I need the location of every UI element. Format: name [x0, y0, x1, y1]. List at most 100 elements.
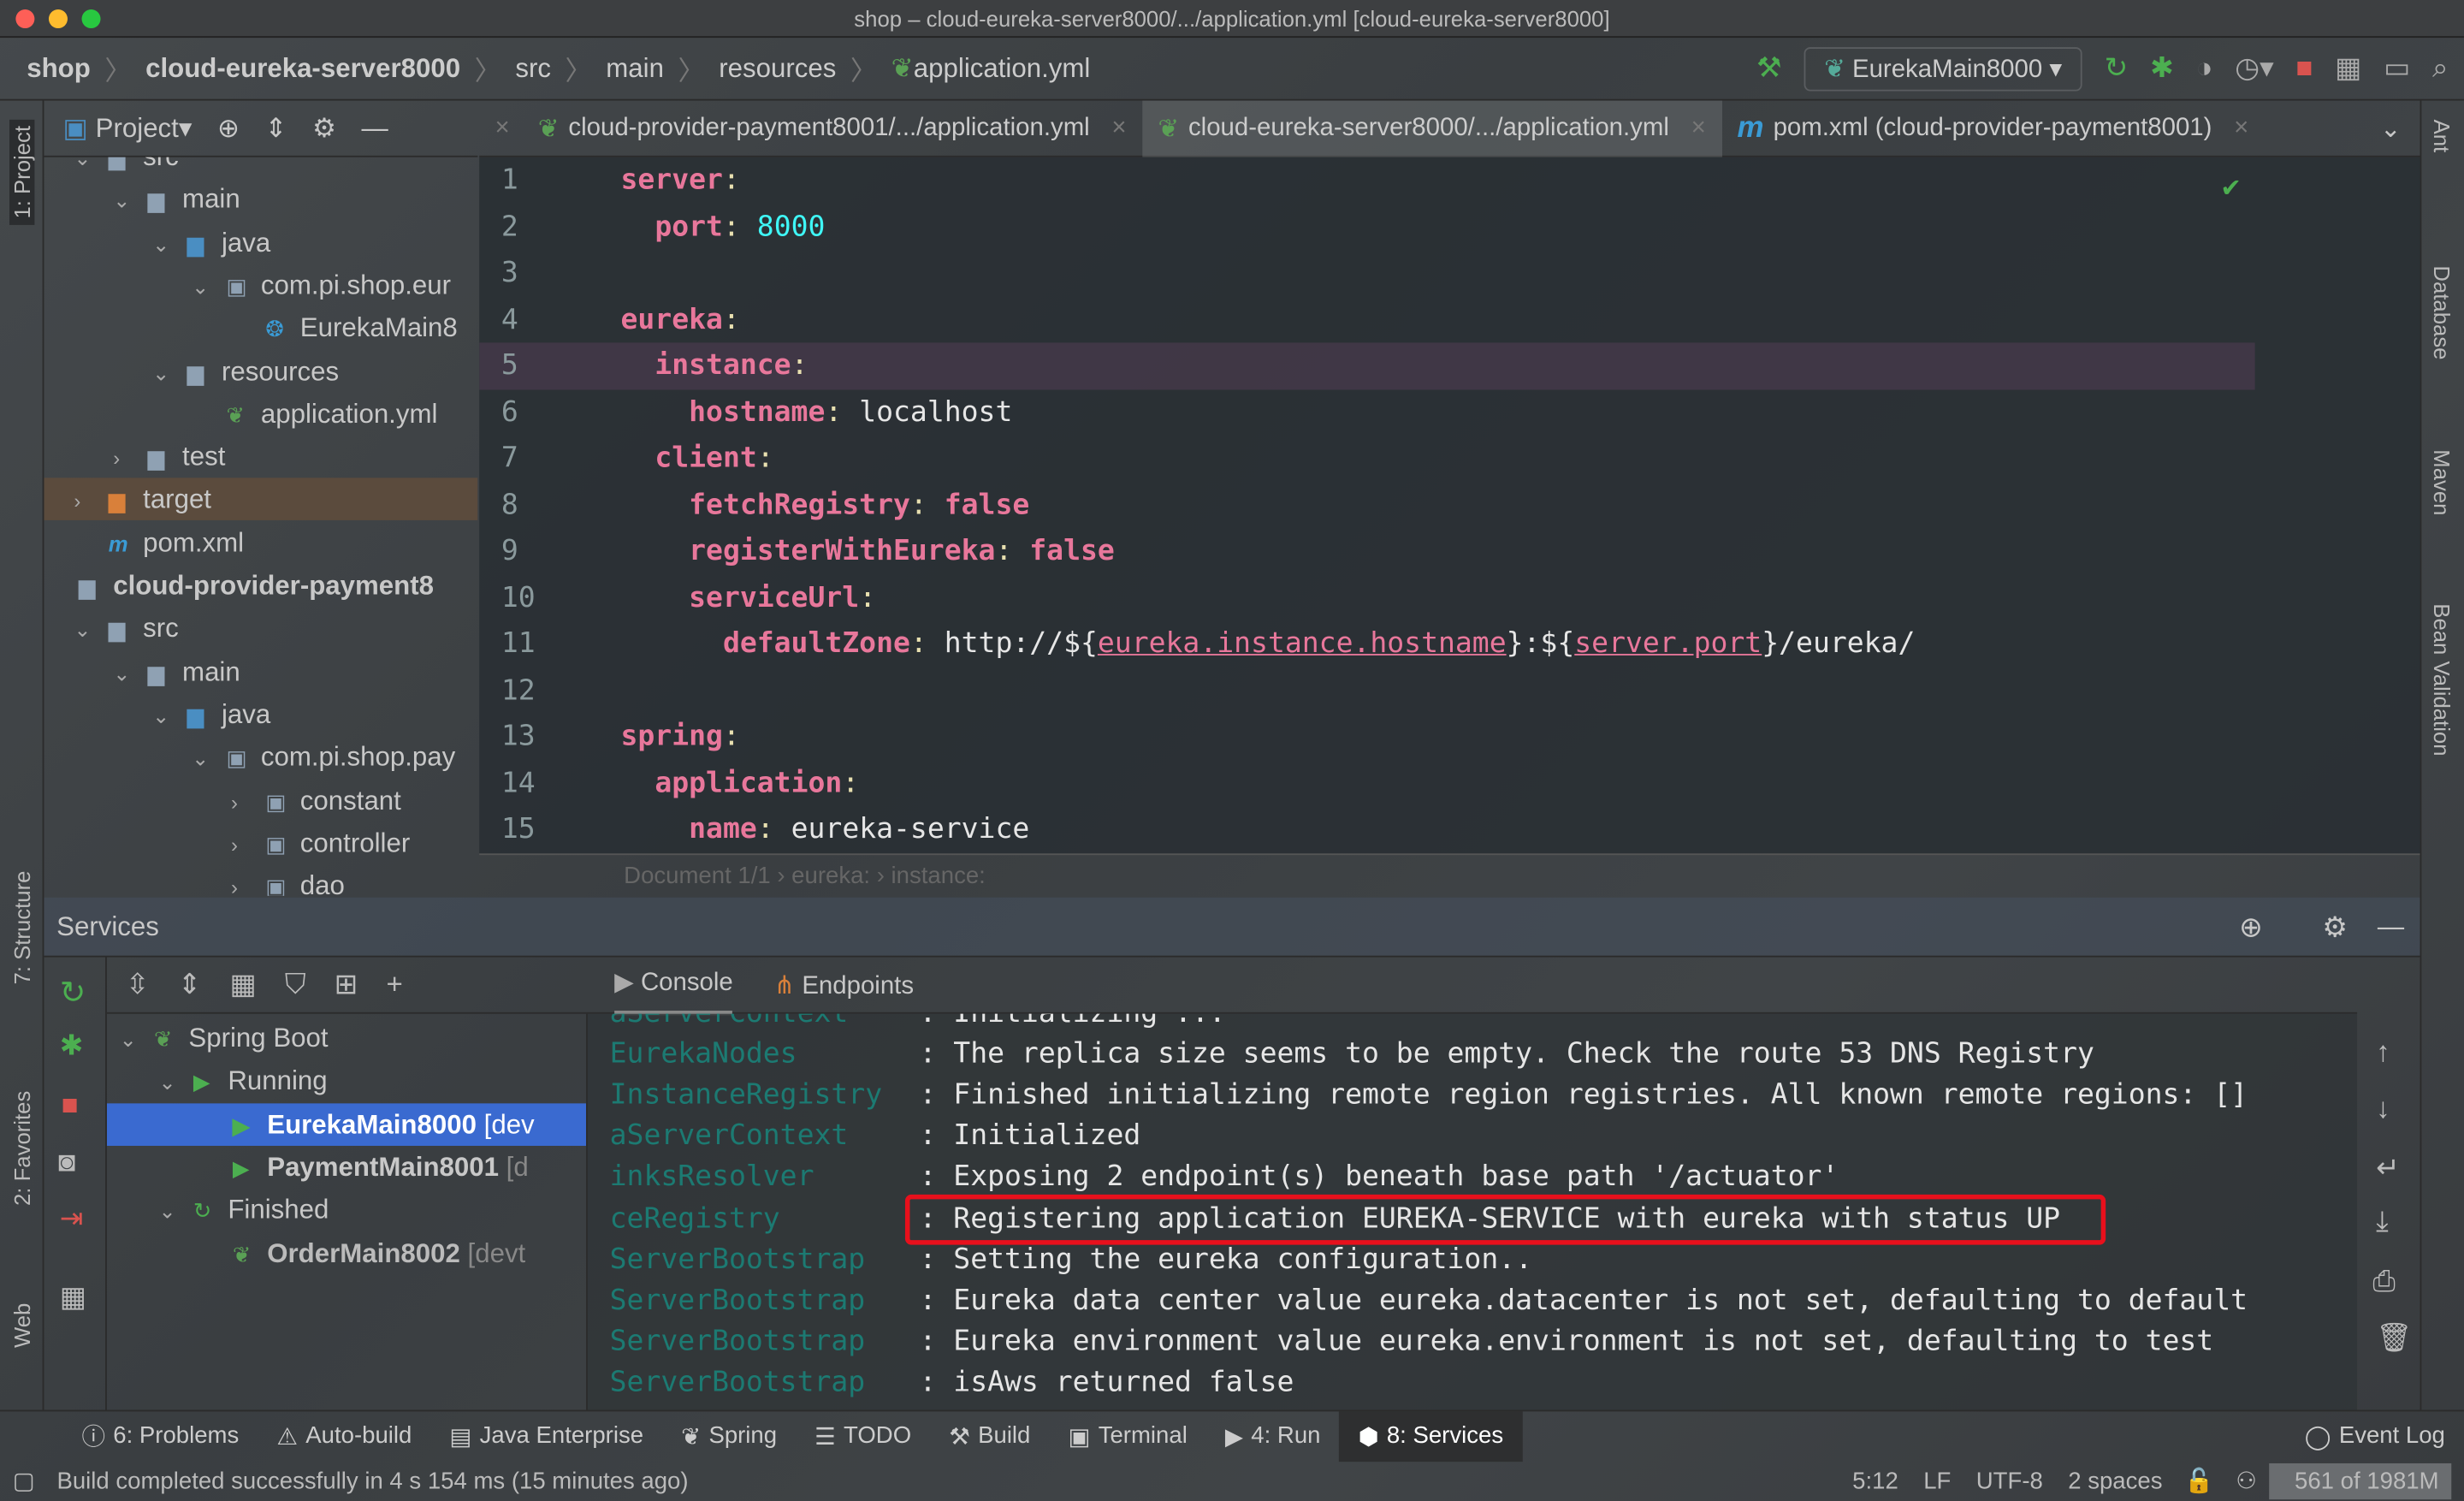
chevron-down-icon[interactable]: ⌄	[152, 352, 187, 395]
breadcrumb-item[interactable]: cloud-eureka-server8000	[145, 53, 460, 85]
breadcrumb-item[interactable]: resources	[719, 53, 836, 85]
close-tab-icon[interactable]: ×	[2234, 114, 2248, 142]
arrow-down-icon[interactable]: ↓	[2376, 1093, 2390, 1126]
tool-tab[interactable]: ❦ Spring	[662, 1410, 796, 1461]
close-window-button[interactable]	[15, 9, 35, 29]
editor-tab[interactable]: ❦ cloud-eureka-server8000/.../application…	[1141, 99, 1722, 157]
tree-item[interactable]: › ▣ controller	[44, 822, 477, 864]
tree-item[interactable]: › ▣ dao	[44, 864, 477, 896]
chevron-right-icon[interactable]: ›	[231, 823, 265, 866]
build-hammer-icon[interactable]: ⚒	[1756, 52, 1782, 86]
tool-tab[interactable]: ⓘ 6: Problems	[62, 1410, 258, 1461]
chevron-right-icon[interactable]: ›	[231, 866, 265, 896]
code-editor[interactable]: ✔ 1 server: 2 port: 8000 3 4 eureka: 5 instanc…	[479, 157, 2420, 854]
tree-item[interactable]: ⌄▆ src	[44, 157, 477, 178]
editor-breadcrumb[interactable]: Document 1/1 › eureka: › instance:	[479, 853, 2420, 897]
editor-tab[interactable]: ❦ cloud-provider-payment8001/.../applicat…	[522, 100, 1142, 157]
tool-tab[interactable]: ▣ Terminal	[1049, 1410, 1205, 1461]
exit-icon[interactable]: ⇥	[60, 1202, 84, 1236]
tool-tab[interactable]: ⚠ Auto-build	[258, 1410, 430, 1461]
run-configuration-select[interactable]: ❦ EurekaMain8000 ▾	[1804, 46, 2082, 91]
code-line[interactable]: hostname: localhost	[620, 395, 1012, 429]
toggle-tool-windows-icon[interactable]: ▢	[13, 1467, 35, 1494]
line-separator[interactable]: LF	[1923, 1468, 1951, 1494]
service-item[interactable]: ⌄ ↻ Finished	[107, 1189, 586, 1231]
code-line[interactable]: client:	[620, 442, 773, 475]
chevron-down-icon[interactable]: ⌄	[74, 608, 108, 651]
soft-wrap-icon[interactable]: ↵	[2376, 1152, 2400, 1185]
editor-tab[interactable]: m pom.xml (cloud-provider-payment8001) ×	[1721, 100, 2265, 157]
tree-item[interactable]: › ▣ constant	[44, 779, 477, 822]
add-icon[interactable]: +	[386, 968, 402, 1001]
file-encoding[interactable]: UTF-8	[1976, 1468, 2043, 1494]
tree-item[interactable]: ⌄ ▆ java	[44, 693, 477, 736]
tree-item[interactable]: › ▆ target	[44, 478, 478, 523]
structure-tool-button[interactable]: 7: Structure	[9, 871, 34, 985]
code-line[interactable]: eureka:	[620, 303, 739, 336]
tree-item[interactable]: ❂ EurekaMain8	[44, 307, 477, 350]
filter-icon[interactable]: ⛉	[285, 968, 306, 1001]
tool-tab[interactable]: ⬢ 8: Services	[1339, 1410, 1523, 1462]
chevron-down-icon[interactable]: ⌄	[152, 695, 187, 738]
zoom-window-button[interactable]	[81, 9, 101, 29]
code-line[interactable]: application:	[620, 766, 859, 799]
chevron-down-icon[interactable]: ⌄	[74, 157, 108, 180]
tree-item[interactable]: ⌄ ▣ com.pi.shop.pay	[44, 736, 477, 779]
status-message[interactable]: Build completed successfully in 4 s 154 …	[56, 1468, 688, 1494]
code-line[interactable]: defaultZone: http://${eureka.instance.ho…	[620, 627, 1915, 661]
breadcrumb-item[interactable]: main	[606, 53, 664, 85]
new-service-icon[interactable]: ⊞	[335, 968, 358, 1001]
collapse-all-icon[interactable]: ⇕	[178, 968, 202, 1001]
chevron-down-icon[interactable]: ⌄	[152, 222, 187, 265]
tool-tab[interactable]: ▤ Java Enterprise	[430, 1410, 662, 1461]
tree-item[interactable]: ❦ application.yml	[44, 393, 477, 436]
tree-item[interactable]: › ▆ test	[44, 436, 477, 478]
code-line[interactable]: server:	[620, 163, 739, 197]
expand-all-icon[interactable]: ⇳	[126, 968, 150, 1001]
inspector-icon[interactable]: ⚇	[2236, 1467, 2257, 1494]
trash-icon[interactable]: 🗑	[2376, 1322, 2412, 1356]
chevron-down-icon[interactable]: ⌄	[159, 1190, 193, 1233]
locate-icon[interactable]: ⊕	[217, 112, 240, 144]
gear-icon[interactable]: ⚙	[312, 112, 336, 144]
minimize-window-button[interactable]	[48, 9, 68, 29]
memory-indicator[interactable]: 561 of 1981M	[2269, 1462, 2452, 1499]
service-item[interactable]: ❦ OrderMain8002 [devt	[107, 1231, 586, 1274]
terminal-window-icon[interactable]: ▭	[2384, 52, 2410, 86]
chevron-down-icon[interactable]: ⌄	[159, 1061, 193, 1104]
coverage-icon[interactable]: ◑	[2196, 52, 2213, 86]
tab-console[interactable]: ▶ Console	[614, 954, 733, 1016]
project-view-select[interactable]: ▣ Project▾	[62, 112, 192, 144]
tree-item[interactable]: ⌄ ▣ com.pi.shop.eur	[44, 264, 477, 306]
code-line[interactable]: name: eureka-service	[620, 813, 1029, 846]
tree-item[interactable]: ⌄ ▆ java	[44, 221, 477, 264]
layout-icon[interactable]: ▦	[60, 1281, 86, 1314]
breadcrumb-item[interactable]: application.yml	[914, 53, 1091, 85]
locate-icon[interactable]: ⊕	[2239, 898, 2263, 958]
tree-item[interactable]: m pom.xml	[44, 521, 477, 564]
code-line[interactable]: spring:	[620, 720, 739, 753]
caret-position[interactable]: 5:12	[1852, 1468, 1898, 1494]
chevron-right-icon[interactable]: ›	[74, 480, 108, 523]
ant-tool-button[interactable]: Ant	[2430, 120, 2455, 153]
arrow-up-icon[interactable]: ↑	[2376, 1035, 2390, 1069]
chevron-down-icon[interactable]: ⌄	[113, 651, 147, 694]
search-icon[interactable]: ⌕	[2432, 52, 2449, 86]
camera-icon[interactable]: ◙	[58, 1146, 75, 1179]
tool-tab[interactable]: ▶ 4: Run	[1206, 1410, 1340, 1461]
service-item[interactable]: ⌄ ❦ Spring Boot	[107, 1017, 586, 1059]
project-tool-button[interactable]: 1: Project	[9, 119, 35, 225]
hide-icon[interactable]: —	[361, 112, 388, 144]
event-log-button[interactable]: ◯ Event Log	[2286, 1410, 2464, 1461]
tab-endpoints[interactable]: ⋔ Endpoints	[774, 969, 915, 1000]
indent-setting[interactable]: 2 spaces	[2068, 1468, 2162, 1494]
chevron-down-icon[interactable]: ⌄	[120, 1018, 154, 1061]
debug-icon[interactable]: ✱	[60, 1029, 84, 1063]
service-item[interactable]: ⌄ ▶ Running	[107, 1059, 586, 1102]
close-icon[interactable]: ×	[495, 114, 510, 142]
gear-icon[interactable]: ⚙	[2322, 898, 2348, 958]
chevron-down-icon[interactable]: ⌄	[192, 265, 226, 308]
favorites-tool-button[interactable]: 2: Favorites	[9, 1091, 34, 1206]
close-tab-icon[interactable]: ×	[1691, 114, 1706, 142]
code-line[interactable]: instance:	[620, 349, 808, 383]
